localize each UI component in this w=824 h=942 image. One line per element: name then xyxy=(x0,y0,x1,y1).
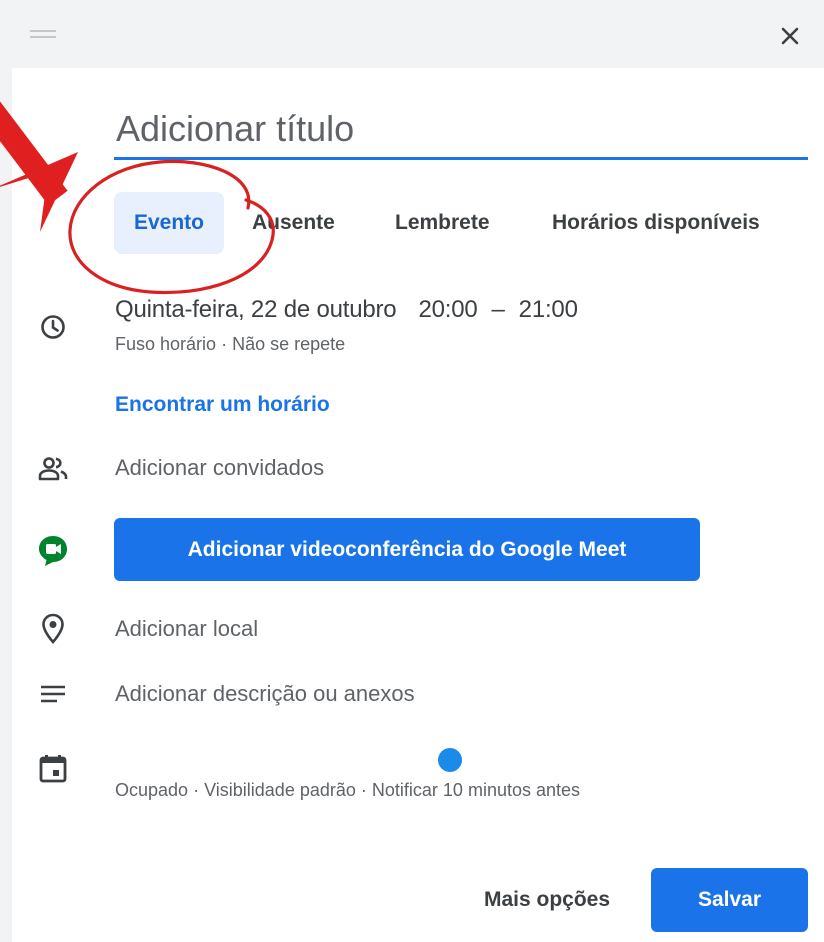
time-separator: – xyxy=(491,296,505,323)
title-input[interactable] xyxy=(114,106,808,160)
add-location-field[interactable]: Adicionar local xyxy=(115,616,258,642)
event-status-options: Ocupado · Visibilidade padrão · Notifica… xyxy=(115,780,580,801)
people-icon xyxy=(36,452,70,486)
notification-option[interactable]: Notificar 10 minutos antes xyxy=(372,780,580,800)
add-guests-field[interactable]: Adicionar convidados xyxy=(115,455,324,481)
event-date[interactable]: Quinta-feira, 22 de outubro xyxy=(115,296,397,323)
busy-status[interactable]: Ocupado xyxy=(115,780,188,800)
timezone-link[interactable]: Fuso horário xyxy=(115,334,216,354)
start-time[interactable]: 20:00 xyxy=(418,296,477,323)
close-icon[interactable] xyxy=(772,18,808,54)
find-time-link[interactable]: Encontrar um horário xyxy=(115,393,330,417)
end-time[interactable]: 21:00 xyxy=(519,296,578,323)
save-button[interactable]: Salvar xyxy=(651,868,808,932)
clock-icon xyxy=(36,310,70,344)
event-datetime: Quinta-feira, 22 de outubro 20:00–21:00 xyxy=(115,296,578,324)
cursor-indicator xyxy=(438,748,462,772)
calendar-icon xyxy=(36,752,70,786)
separator-dot: · xyxy=(360,780,367,800)
notes-icon xyxy=(36,677,70,711)
tab-lembrete[interactable]: Lembrete xyxy=(395,192,490,254)
add-google-meet-button[interactable]: Adicionar videoconferência do Google Mee… xyxy=(114,518,700,581)
visibility-option[interactable]: Visibilidade padrão xyxy=(204,780,356,800)
more-options-button[interactable]: Mais opções xyxy=(470,868,624,932)
google-meet-icon xyxy=(36,533,70,567)
dialog-header xyxy=(0,0,824,68)
time-options: Fuso horário · Não se repete xyxy=(115,334,345,355)
location-pin-icon xyxy=(36,612,70,646)
tab-ausente[interactable]: Ausente xyxy=(252,192,335,254)
recurrence-select[interactable]: Não se repete xyxy=(232,334,345,354)
tab-horarios-disponiveis[interactable]: Horários disponíveis xyxy=(552,192,760,254)
separator-dot: · xyxy=(193,780,200,800)
tab-evento[interactable]: Evento xyxy=(114,192,224,254)
separator-dot: · xyxy=(221,334,228,354)
drag-handle-icon[interactable] xyxy=(30,28,56,42)
add-description-field[interactable]: Adicionar descrição ou anexos xyxy=(115,681,415,707)
